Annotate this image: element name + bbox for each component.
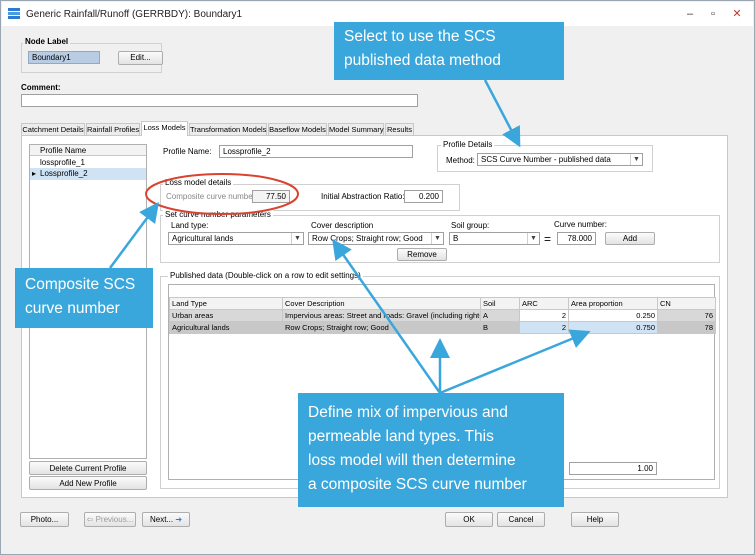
tab-loss-models[interactable]: Loss Models <box>141 121 188 136</box>
callout-arrow <box>483 79 521 148</box>
highlight-ring <box>145 173 299 215</box>
callout-line: curve number <box>25 300 120 317</box>
callout-line: Select to use the SCS <box>344 28 496 45</box>
callout-line: permeable land types. This <box>308 428 494 445</box>
callout-arrow <box>439 329 591 395</box>
callout-line: Composite SCS <box>25 276 136 293</box>
callout-line: published data method <box>344 52 501 69</box>
callout-mix: Define mix of impervious and permeable l… <box>298 393 564 507</box>
callout-method: Select to use the SCS published data met… <box>334 22 564 80</box>
callout-line: Define mix of impervious and <box>308 404 508 421</box>
callout-line: a composite SCS curve number <box>308 476 527 493</box>
callout-arrow <box>108 201 159 269</box>
callout-composite: Composite SCS curve number <box>15 268 153 328</box>
callout-arrow <box>332 238 442 394</box>
callout-line: loss model will then determine <box>308 452 516 469</box>
